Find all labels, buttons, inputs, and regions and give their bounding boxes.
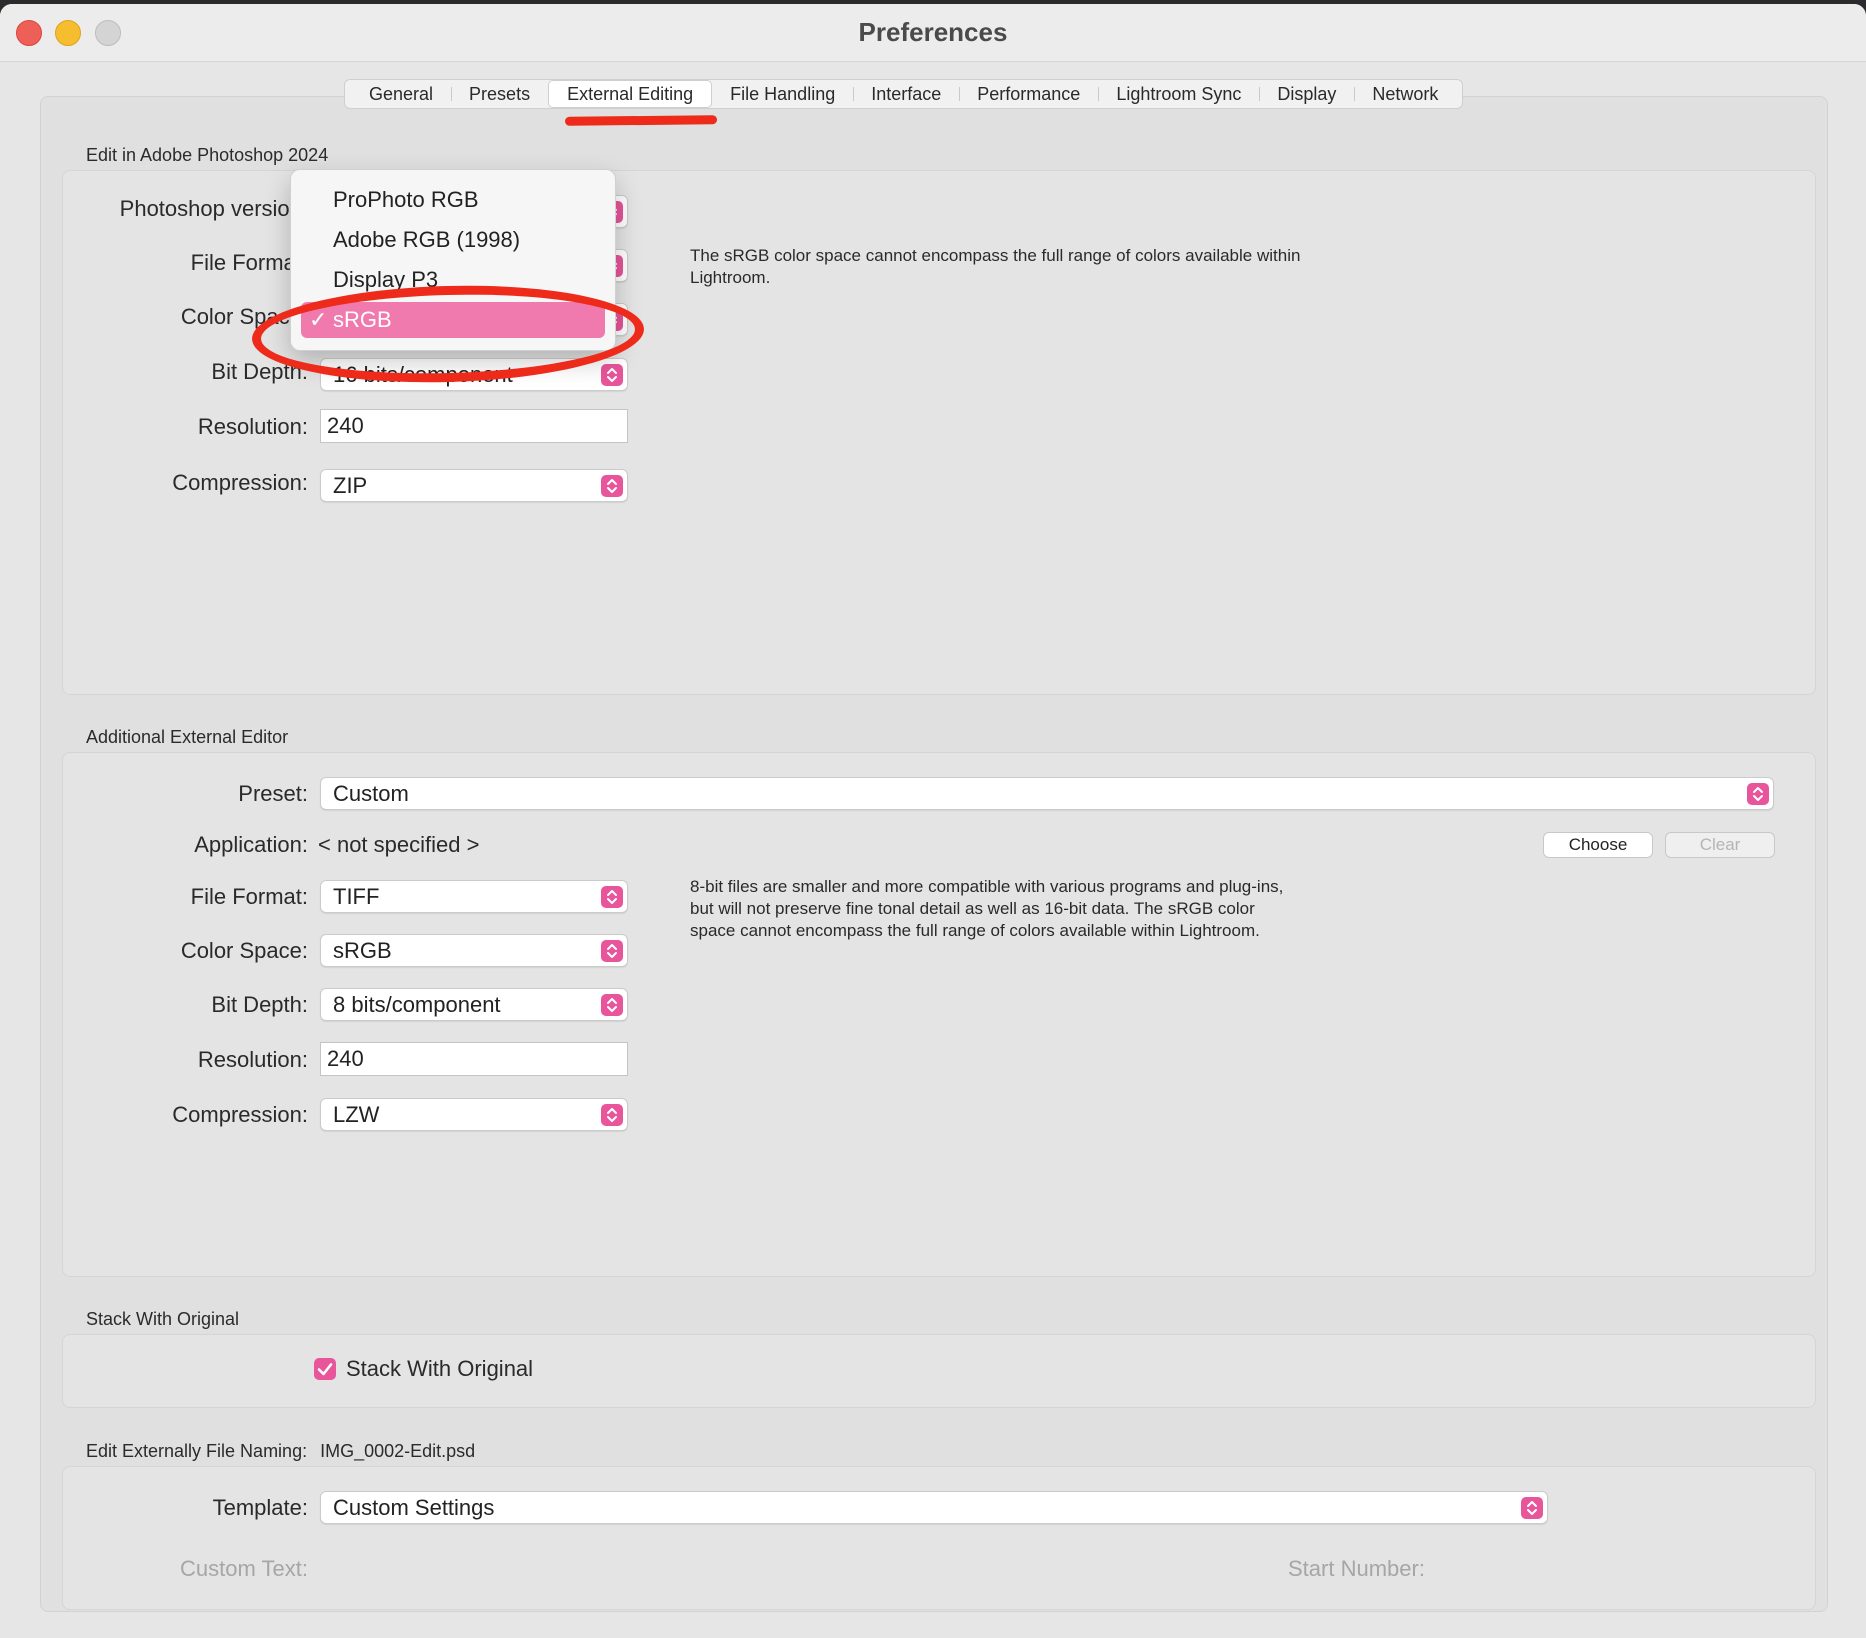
- chevron-updown-icon: [601, 364, 623, 386]
- template-popup[interactable]: Custom Settings: [320, 1491, 1548, 1524]
- choose-button[interactable]: Choose: [1543, 832, 1653, 858]
- photoshop-version-label: Photoshop version:: [119, 196, 308, 221]
- naming-section-label: Edit Externally File Naming: IMG_0002-Ed…: [86, 1441, 475, 1462]
- naming-group: [62, 1466, 1816, 1610]
- stack-section-label: Stack With Original: [86, 1309, 240, 1329]
- bit-depth-value: 8 bits/component: [333, 992, 501, 1017]
- file-format-label: File Format:: [190, 884, 308, 909]
- color-space-value: sRGB: [333, 938, 392, 963]
- compression-value: LZW: [333, 1102, 380, 1127]
- photoshop-resolution-field[interactable]: 240: [320, 409, 628, 443]
- preset-value: Custom: [333, 781, 409, 806]
- file-format-popup[interactable]: TIFF: [320, 880, 628, 913]
- menu-item-prophoto-rgb[interactable]: ProPhoto RGB: [291, 182, 615, 218]
- tab-presets[interactable]: Presets: [451, 81, 548, 107]
- naming-section-title: Edit Externally File Naming:: [86, 1441, 308, 1461]
- photoshop-section-label: Edit in Adobe Photoshop 2024: [86, 145, 329, 165]
- photoshop-resolution-label: Resolution:: [197, 414, 308, 439]
- chevron-updown-icon: [601, 886, 623, 908]
- tab-interface[interactable]: Interface: [853, 81, 959, 107]
- tab-performance[interactable]: Performance: [959, 81, 1098, 107]
- tab-file-handling[interactable]: File Handling: [712, 81, 853, 107]
- preset-label: Preset:: [238, 781, 308, 806]
- color-space-popup[interactable]: sRGB: [320, 934, 628, 967]
- tab-lightroom-sync[interactable]: Lightroom Sync: [1098, 81, 1259, 107]
- checkmark-icon: [317, 1363, 333, 1376]
- compression-label: Compression:: [172, 1102, 308, 1127]
- stack-with-original-label[interactable]: Stack With Original: [346, 1356, 533, 1382]
- photoshop-color-space-note: The sRGB color space cannot encompass th…: [690, 246, 1301, 287]
- custom-text-label: Custom Text:: [180, 1556, 308, 1581]
- file-format-value: TIFF: [333, 884, 380, 909]
- tab-display[interactable]: Display: [1259, 81, 1354, 107]
- additional-editor-note: 8-bit files are smaller and more compati…: [690, 877, 1284, 940]
- annotation-underline: [564, 115, 718, 126]
- title-bar: Preferences: [0, 4, 1866, 62]
- bit-depth-popup[interactable]: 8 bits/component: [320, 988, 628, 1021]
- chevron-updown-icon: [1747, 783, 1769, 805]
- resolution-label: Resolution:: [197, 1047, 308, 1072]
- template-value: Custom Settings: [333, 1495, 495, 1520]
- chevron-updown-icon: [601, 940, 623, 962]
- start-number-label: Start Number:: [1288, 1556, 1425, 1581]
- chevron-updown-icon: [601, 994, 623, 1016]
- photoshop-compression-label: Compression:: [172, 470, 308, 495]
- preferences-window: Preferences General Presets External Edi…: [0, 4, 1866, 1638]
- color-space-label: Color Space:: [180, 938, 308, 963]
- chevron-updown-icon: [601, 1104, 623, 1126]
- clear-button[interactable]: Clear: [1665, 832, 1775, 858]
- naming-example: IMG_0002-Edit.psd: [320, 1441, 476, 1461]
- preset-popup[interactable]: Custom: [320, 777, 1774, 810]
- bit-depth-label: Bit Depth:: [211, 992, 308, 1017]
- template-label: Template:: [212, 1495, 308, 1520]
- menu-item-adobe-rgb[interactable]: Adobe RGB (1998): [291, 222, 615, 258]
- tab-network[interactable]: Network: [1354, 81, 1456, 107]
- additional-editor-section-label: Additional External Editor: [86, 727, 289, 747]
- photoshop-compression-popup[interactable]: ZIP: [320, 469, 628, 502]
- window-title: Preferences: [858, 17, 1008, 47]
- stack-with-original-checkbox[interactable]: [314, 1358, 336, 1380]
- tab-external-editing[interactable]: External Editing: [548, 80, 713, 108]
- chevron-updown-icon: [601, 475, 623, 497]
- photoshop-compression-value: ZIP: [333, 473, 368, 498]
- tab-bar: General Presets External Editing File Ha…: [344, 79, 1464, 109]
- chevron-updown-icon: [1521, 1497, 1543, 1519]
- compression-popup[interactable]: LZW: [320, 1098, 628, 1131]
- tab-general[interactable]: General: [351, 81, 451, 107]
- application-value: < not specified >: [318, 832, 480, 857]
- application-label: Application:: [194, 832, 308, 857]
- resolution-field[interactable]: 240: [320, 1042, 628, 1076]
